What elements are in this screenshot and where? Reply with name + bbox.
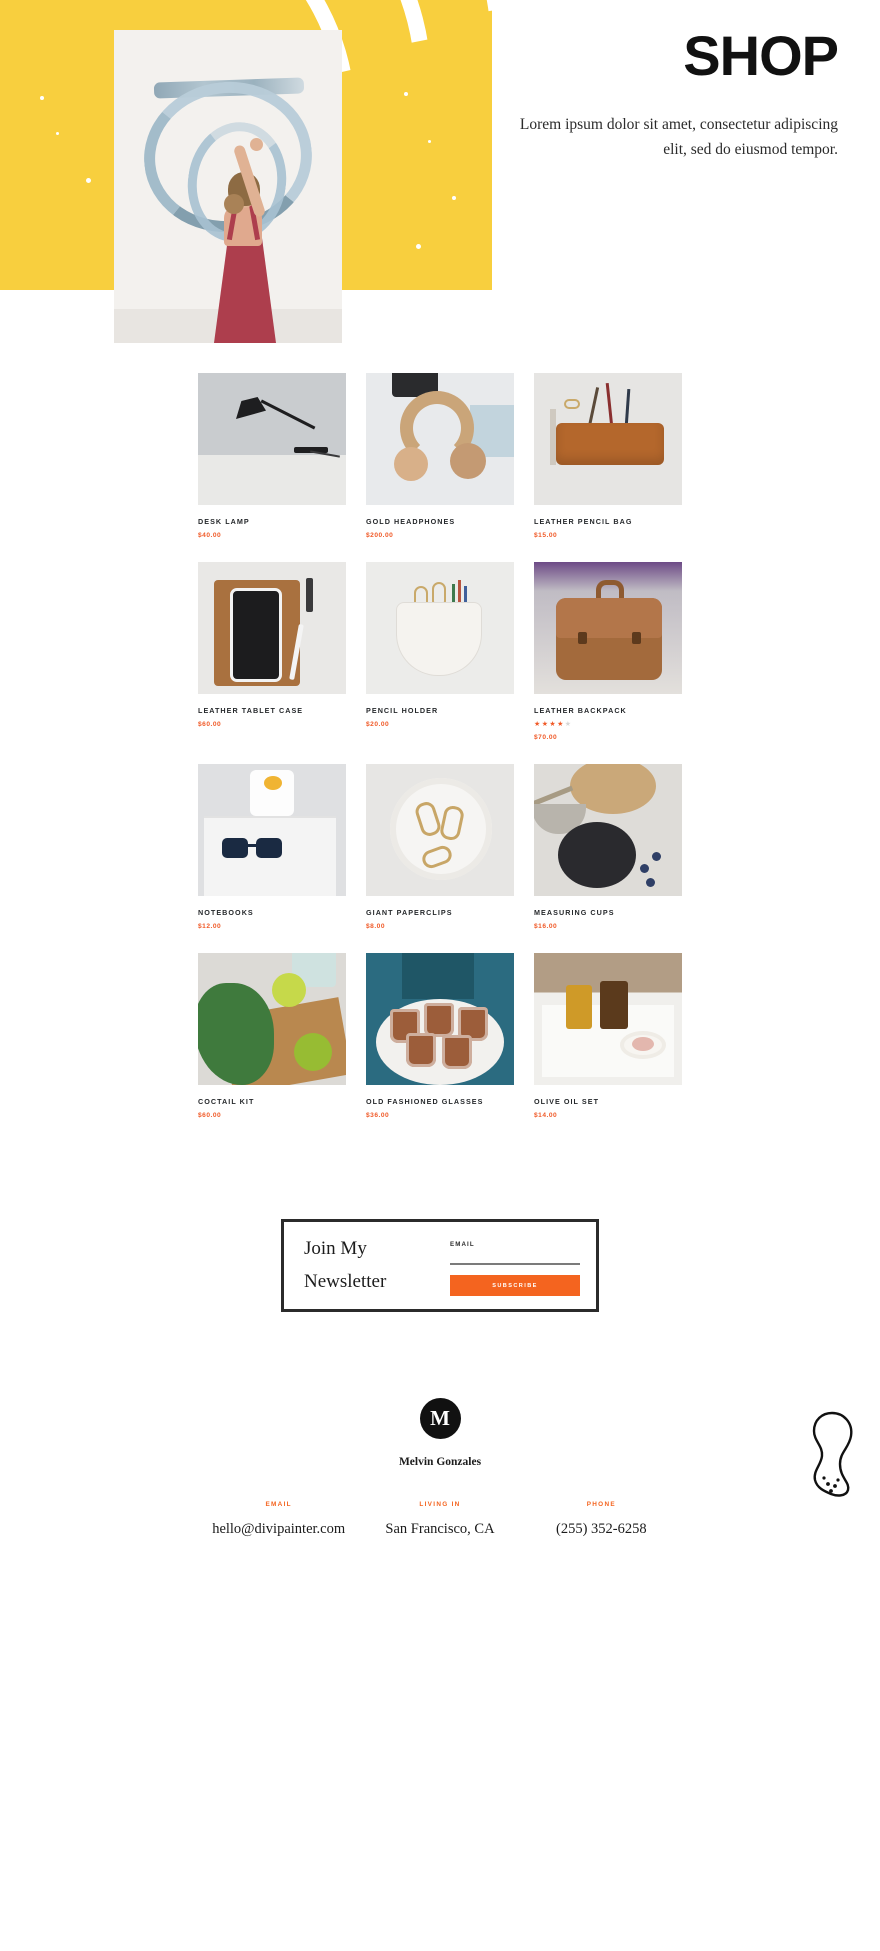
- product-title: GOLD HEADPHONES: [366, 517, 456, 526]
- hero-text-block: SHOP Lorem ipsum dolor sit amet, consect…: [498, 24, 839, 162]
- product-card[interactable]: LEATHER BACKPACK ★★★★★ $70.00: [534, 562, 682, 741]
- hero-image-figure: [200, 138, 286, 343]
- footer-contact-item: LIVING IN San Francisco, CA: [359, 1501, 520, 1538]
- newsletter-title: Join My Newsletter: [304, 1233, 432, 1298]
- figure-hair-bun: [224, 194, 244, 214]
- product-image[interactable]: [366, 953, 514, 1085]
- product-image[interactable]: [534, 562, 682, 694]
- hero-image: [114, 30, 342, 343]
- product-card[interactable]: MEASURING CUPS $16.00: [534, 764, 682, 930]
- product-card[interactable]: DESK LAMP $40.00: [198, 373, 346, 539]
- footer-contact-item: PHONE (255) 352-6258: [521, 1501, 682, 1538]
- subscribe-button[interactable]: SUBSCRIBE: [450, 1275, 580, 1296]
- paint-speck: [40, 96, 44, 100]
- product-card[interactable]: GIANT PAPERCLIPS $8.00: [366, 764, 514, 930]
- figure-hand: [250, 138, 263, 151]
- paint-speck: [56, 132, 59, 135]
- footer-contact-label: LIVING IN: [419, 1501, 461, 1508]
- product-price: $40.00: [198, 532, 222, 539]
- hero-section: SHOP Lorem ipsum dolor sit amet, consect…: [0, 0, 880, 345]
- product-image[interactable]: [534, 953, 682, 1085]
- product-card[interactable]: PENCIL HOLDER $20.00: [366, 562, 514, 741]
- product-price: $14.00: [534, 1112, 558, 1119]
- product-card[interactable]: NOTEBOOKS $12.00: [198, 764, 346, 930]
- product-title: OLD FASHIONED GLASSES: [366, 1097, 484, 1106]
- newsletter-title-line2: Newsletter: [304, 1270, 387, 1292]
- email-field-label: EMAIL: [450, 1241, 475, 1248]
- product-image[interactable]: [366, 373, 514, 505]
- footer-contact-item: EMAIL hello@divipainter.com: [198, 1501, 359, 1538]
- footer-contact-value[interactable]: (255) 352-6258: [521, 1521, 682, 1538]
- footer-contact-label: PHONE: [586, 1501, 616, 1508]
- peanut-doodle-icon: [812, 1411, 853, 1497]
- product-image[interactable]: [198, 764, 346, 896]
- product-price: $16.00: [534, 923, 558, 930]
- paint-speck: [86, 178, 91, 183]
- product-image[interactable]: [534, 373, 682, 505]
- product-price: $36.00: [366, 1112, 390, 1119]
- product-title: NOTEBOOKS: [198, 908, 254, 917]
- footer-contact-value[interactable]: San Francisco, CA: [359, 1521, 520, 1538]
- footer-contact-label: EMAIL: [265, 1501, 292, 1508]
- product-price: $200.00: [366, 532, 394, 539]
- footer-contacts: EMAIL hello@divipainter.com LIVING IN San F…: [198, 1501, 682, 1538]
- product-title: COCTAIL KIT: [198, 1097, 255, 1106]
- footer-section: M Melvin Gonzales EMAIL hello@divipainter…: [0, 1398, 880, 1538]
- product-title: LEATHER BACKPACK: [534, 706, 627, 715]
- product-card[interactable]: OLIVE OIL SET $14.00: [534, 953, 682, 1119]
- footer-contact-value[interactable]: hello@divipainter.com: [198, 1521, 359, 1538]
- product-price: $15.00: [534, 532, 558, 539]
- paint-speck: [428, 140, 431, 143]
- product-image[interactable]: [366, 562, 514, 694]
- product-title: PENCIL HOLDER: [366, 706, 439, 715]
- newsletter-box: Join My Newsletter EMAIL SUBSCRIBE: [281, 1219, 599, 1312]
- product-image[interactable]: [198, 373, 346, 505]
- product-price: $60.00: [198, 721, 222, 728]
- page-title: SHOP: [683, 24, 839, 87]
- paint-speck: [416, 244, 421, 249]
- footer-author-name: Melvin Gonzales: [398, 1456, 482, 1468]
- paint-speck: [452, 196, 456, 200]
- newsletter-form: EMAIL SUBSCRIBE: [450, 1235, 580, 1296]
- hero-subtitle: Lorem ipsum dolor sit amet, consectetur …: [519, 116, 838, 159]
- email-field[interactable]: [450, 1254, 580, 1265]
- paint-speck: [404, 92, 408, 96]
- product-image[interactable]: [198, 562, 346, 694]
- product-price: $8.00: [366, 923, 386, 930]
- product-card[interactable]: LEATHER TABLET CASE $60.00: [198, 562, 346, 741]
- product-image[interactable]: [366, 764, 514, 896]
- product-price: $70.00: [534, 734, 558, 741]
- product-title: DESK LAMP: [198, 517, 250, 526]
- product-title: GIANT PAPERCLIPS: [366, 908, 453, 917]
- product-rating-stars: ★★★★★: [534, 721, 573, 728]
- product-price: $60.00: [198, 1112, 222, 1119]
- product-card[interactable]: LEATHER PENCIL BAG $15.00: [534, 373, 682, 539]
- product-title: LEATHER PENCIL BAG: [534, 517, 633, 526]
- product-price: $20.00: [366, 721, 390, 728]
- product-card[interactable]: OLD FASHIONED GLASSES $36.00: [366, 953, 514, 1119]
- newsletter-title-line1: Join My: [304, 1238, 367, 1260]
- product-title: LEATHER TABLET CASE: [198, 706, 304, 715]
- product-title: MEASURING CUPS: [534, 908, 615, 917]
- product-card[interactable]: COCTAIL KIT $60.00: [198, 953, 346, 1119]
- product-card[interactable]: GOLD HEADPHONES $200.00: [366, 373, 514, 539]
- product-price: $12.00: [198, 923, 222, 930]
- brand-logo-icon: M: [419, 1398, 461, 1439]
- product-image[interactable]: [534, 764, 682, 896]
- product-title: OLIVE OIL SET: [534, 1097, 600, 1106]
- product-image[interactable]: [198, 953, 346, 1085]
- product-grid: DESK LAMP $40.00 GOLD HEADPHONES $200.00 LEA…: [198, 373, 682, 1142]
- newsletter-section: Join My Newsletter EMAIL SUBSCRIBE: [0, 1219, 880, 1312]
